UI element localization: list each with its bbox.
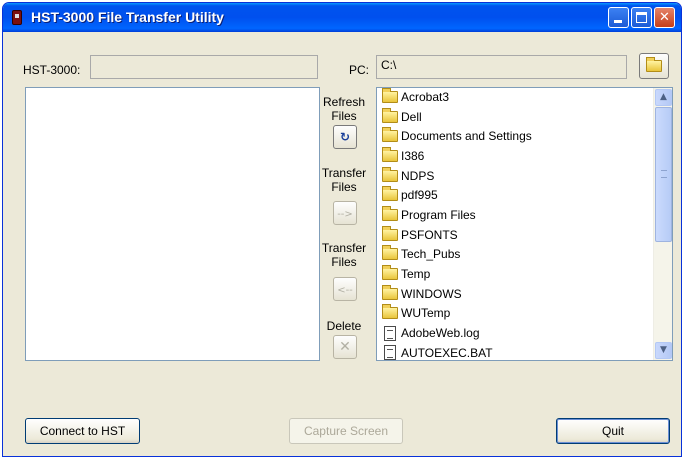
delete-icon: ✕ [339, 339, 351, 355]
title-bar[interactable]: HST-3000 File Transfer Utility ✕ [3, 3, 681, 32]
file-list-item-label: NDPS [401, 168, 435, 183]
folder-icon [382, 225, 398, 241]
file-list-item[interactable]: pdf995 [377, 185, 673, 205]
file-list-item[interactable]: Documents and Settings [377, 126, 673, 146]
close-icon: ✕ [659, 10, 670, 25]
transfer-to-hst-label: Transfer Files [321, 241, 367, 269]
folder-icon [382, 87, 398, 103]
arrow-left-icon: <-- [337, 285, 353, 296]
file-list-item[interactable]: AUTOEXEC.BAT [377, 343, 673, 361]
transfer-to-pc-button[interactable]: --> [333, 201, 357, 225]
file-list-item-label: AdobeWeb.log [401, 326, 480, 341]
maximize-button[interactable] [631, 7, 652, 28]
hst-device-field [90, 55, 318, 79]
folder-icon [382, 245, 398, 261]
file-list-item[interactable]: Acrobat3 [377, 87, 673, 107]
hst-file-list[interactable] [25, 87, 320, 361]
folder-icon [382, 146, 398, 162]
file-icon [384, 325, 396, 341]
quit-button[interactable]: Quit [556, 418, 670, 444]
file-list-item-label: Dell [401, 109, 422, 124]
hst-label: HST-3000: [23, 63, 81, 77]
folder-icon [382, 166, 398, 182]
file-list-item-label: Tech_Pubs [401, 247, 461, 262]
file-list-item[interactable]: NDPS [377, 166, 673, 186]
folder-icon [382, 304, 398, 320]
file-list-item[interactable]: Program Files [377, 205, 673, 225]
scroll-grip [661, 170, 667, 178]
pc-file-list-scrollbar[interactable]: ▲ ▼ [653, 88, 672, 360]
refresh-files-button[interactable]: ↻ [333, 125, 357, 149]
file-list-item-label: I386 [401, 148, 425, 163]
close-button[interactable]: ✕ [654, 7, 675, 28]
file-list-item-label: PSFONTS [401, 227, 458, 242]
file-list-item-label: WUTemp [401, 306, 451, 321]
scroll-thumb[interactable] [655, 107, 672, 242]
pc-label: PC: [349, 63, 370, 77]
refresh-icon: ↻ [339, 130, 351, 144]
capture-screen-button[interactable]: Capture Screen [289, 418, 403, 444]
file-list-item[interactable]: Dell [377, 107, 673, 127]
folder-icon [382, 107, 398, 123]
file-list-item[interactable]: I386 [377, 146, 673, 166]
window-title: HST-3000 File Transfer Utility [31, 9, 224, 25]
folder-icon [382, 205, 398, 221]
transfer-to-hst-button[interactable]: <-- [333, 277, 357, 301]
browse-folder-button[interactable] [639, 53, 669, 79]
file-list-item-label: Acrobat3 [401, 89, 450, 104]
delete-button[interactable]: ✕ [333, 335, 357, 359]
file-list-item-label: pdf995 [401, 188, 438, 203]
folder-icon [382, 127, 398, 143]
file-list-item[interactable]: AdobeWeb.log [377, 323, 673, 343]
pc-file-list[interactable]: Acrobat3 Dell Documents and Settings I386 ND… [377, 87, 673, 361]
scroll-down-button[interactable]: ▼ [655, 342, 672, 359]
connect-to-hst-button[interactable]: Connect to HST [25, 418, 140, 444]
file-list-item-label: AUTOEXEC.BAT [401, 345, 493, 360]
maximize-icon [636, 12, 647, 23]
file-list-item-label: Documents and Settings [401, 129, 532, 144]
file-list-item[interactable]: WINDOWS [377, 284, 673, 304]
file-list-item[interactable]: PSFONTS [377, 225, 673, 245]
folder-icon [382, 284, 398, 300]
folder-icon [382, 265, 398, 281]
file-list-item[interactable]: Tech_Pubs [377, 245, 673, 265]
app-icon [12, 10, 22, 25]
refresh-files-label: Refresh Files [322, 95, 366, 123]
pc-path-field: C:\ [376, 55, 627, 79]
file-icon [384, 345, 396, 361]
file-list-item-label: Program Files [401, 207, 476, 222]
transfer-to-pc-label: Transfer Files [321, 166, 367, 194]
file-list-item[interactable]: WUTemp [377, 304, 673, 324]
minimize-icon [614, 20, 622, 23]
minimize-button[interactable] [608, 7, 629, 28]
app-window: HST-3000 File Transfer Utility ✕ HST-300… [2, 2, 682, 457]
file-list-item-label: Temp [401, 267, 431, 282]
scroll-up-button[interactable]: ▲ [655, 89, 672, 106]
delete-label: Delete [326, 319, 362, 333]
folder-icon [382, 186, 398, 202]
file-list-item[interactable]: Temp [377, 264, 673, 284]
folder-icon [646, 56, 662, 72]
file-list-item-label: WINDOWS [401, 286, 462, 301]
arrow-right-icon: --> [337, 209, 353, 220]
